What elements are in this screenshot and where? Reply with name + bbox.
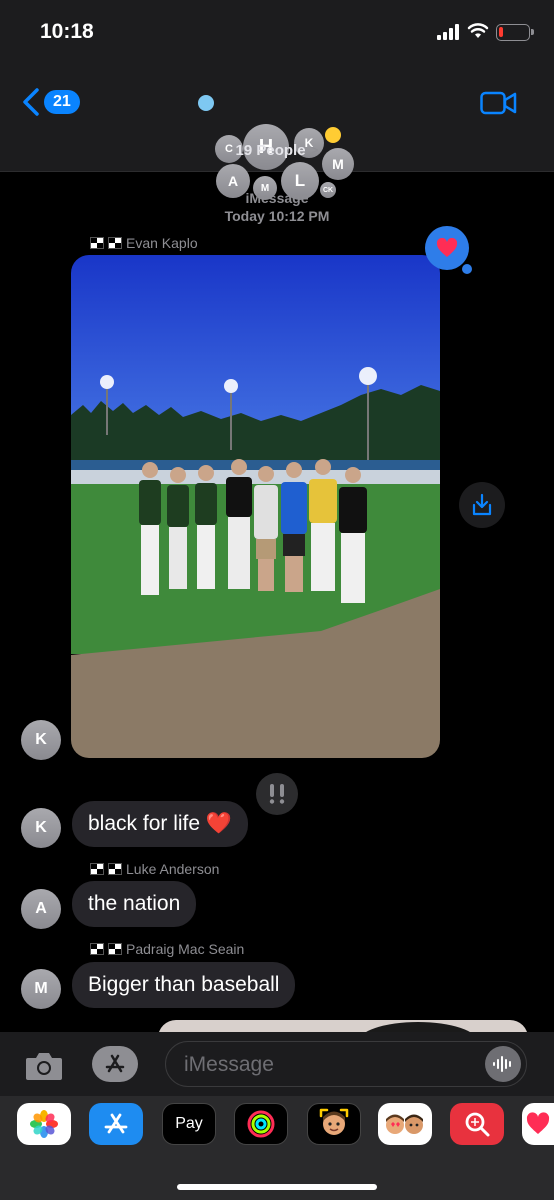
- avatar[interactable]: A: [21, 889, 61, 929]
- chevron-left-icon: [23, 88, 39, 116]
- app-store-icon: [105, 1054, 125, 1073]
- message-bubble[interactable]: black for life ❤️: [72, 801, 249, 847]
- checkered-flag-icon: [108, 237, 122, 249]
- digital-touch-icon: [526, 1112, 550, 1134]
- download-icon: [472, 493, 492, 516]
- audio-message-button[interactable]: [485, 1046, 521, 1082]
- memoji-icon: [319, 1108, 349, 1135]
- waveform-icon: [493, 1056, 511, 1072]
- unread-count-badge: 21: [44, 90, 80, 114]
- checkered-flag-icon: [90, 943, 104, 955]
- message-input[interactable]: iMessage: [165, 1041, 527, 1087]
- activity-icon: [247, 1110, 275, 1138]
- baseball-team-photo: [71, 255, 440, 758]
- avatar[interactable]: M: [21, 969, 61, 1009]
- photos-icon: [30, 1110, 58, 1138]
- apple-pay-app[interactable]: Pay: [162, 1103, 216, 1145]
- avatar: [198, 95, 214, 111]
- emphasis-tapback[interactable]: [256, 773, 298, 815]
- avatar[interactable]: K: [21, 808, 61, 848]
- home-indicator: [177, 1184, 377, 1190]
- checkered-flag-icon: [108, 943, 122, 955]
- avatar[interactable]: K: [21, 720, 61, 760]
- image-search-app[interactable]: [450, 1103, 504, 1145]
- video-call-icon[interactable]: [480, 90, 518, 116]
- emoji-avatar: [325, 127, 341, 143]
- heart-icon: [436, 238, 458, 257]
- memoji-stickers-app[interactable]: [378, 1103, 432, 1145]
- people-count: 19 People: [235, 142, 306, 159]
- app-store-toggle[interactable]: [92, 1046, 138, 1082]
- wifi-icon: [467, 23, 489, 38]
- memoji-stickers-icon: [386, 1114, 423, 1134]
- back-button[interactable]: 21: [22, 88, 80, 116]
- sender-name: Padraig Mac Seain: [90, 941, 244, 957]
- save-photo-button[interactable]: [459, 482, 505, 528]
- checkered-flag-icon: [90, 863, 104, 875]
- sender-name: Luke Anderson: [90, 861, 219, 877]
- conversation-header: 21 C H K A M M L CK 19 People >: [0, 60, 554, 200]
- apple-pay-label: Pay: [175, 1115, 203, 1132]
- status-time: 10:18: [40, 20, 94, 43]
- message-bubble[interactable]: the nation: [72, 881, 197, 927]
- search-images-icon: [465, 1112, 490, 1137]
- message-bubble[interactable]: Bigger than baseball: [72, 962, 296, 1008]
- checkered-flag-icon: [90, 237, 104, 249]
- sender-name: Evan Kaplo: [90, 235, 198, 251]
- photo-message[interactable]: [71, 255, 440, 758]
- service-label: iMessage: [245, 190, 309, 206]
- app-store-icon: [104, 1113, 128, 1134]
- checkered-flag-icon: [108, 863, 122, 875]
- group-people-link[interactable]: 19 People >: [0, 142, 554, 159]
- double-exclamation-icon: [269, 784, 285, 804]
- battery-icon: [496, 24, 534, 41]
- app-store-app[interactable]: [89, 1103, 143, 1145]
- camera-icon[interactable]: [24, 1050, 64, 1082]
- activity-app[interactable]: [234, 1103, 288, 1145]
- cellular-signal-icon: [437, 24, 459, 40]
- message-timestamp: Today 10:12 PM: [224, 208, 330, 224]
- digital-touch-app[interactable]: [522, 1103, 554, 1145]
- tapback-tail: [462, 264, 472, 274]
- photos-app[interactable]: [17, 1103, 71, 1145]
- compose-bar: iMessage: [0, 1032, 554, 1096]
- message-input-placeholder: iMessage: [184, 1053, 274, 1076]
- memoji-app[interactable]: [307, 1103, 361, 1145]
- chevron-right-icon: >: [309, 142, 319, 159]
- heart-tapback[interactable]: [425, 226, 469, 270]
- status-bar: 10:18: [0, 0, 554, 60]
